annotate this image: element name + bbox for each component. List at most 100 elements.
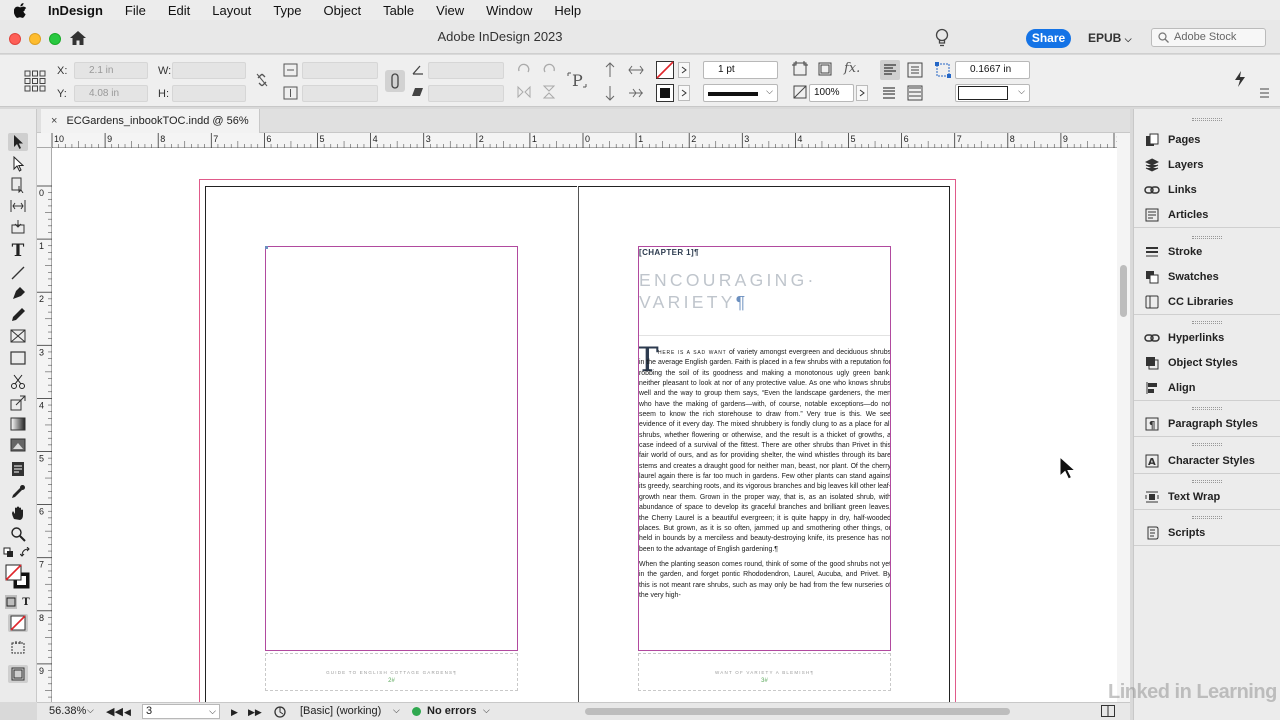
vertical-ruler[interactable]: 0 1 2 3 4 5 6 7 8 9 <box>37 148 52 711</box>
left-page-text-frame[interactable] <box>265 246 518 651</box>
x-position-field[interactable]: 2.1 in <box>74 62 148 79</box>
fill-stroke-proxy-icon[interactable] <box>5 564 31 590</box>
previous-page-icon[interactable]: ◀ <box>124 707 131 718</box>
gradient-swatch-tool-icon[interactable] <box>8 415 28 433</box>
panel-articles[interactable]: Articles <box>1134 202 1280 227</box>
default-colors-icon[interactable] <box>3 547 15 559</box>
panel-grip[interactable] <box>1192 516 1222 519</box>
panel-pages[interactable]: Pages <box>1134 127 1280 152</box>
align-left-icon[interactable] <box>880 60 900 80</box>
menu-view[interactable]: View <box>436 3 464 18</box>
menu-type[interactable]: Type <box>273 3 301 18</box>
eyedropper-tool-icon[interactable] <box>8 483 28 501</box>
panel-layers[interactable]: Layers <box>1134 152 1280 177</box>
menu-window[interactable]: Window <box>486 3 532 18</box>
preflight-menu-icon[interactable] <box>273 705 287 720</box>
view-mode-icon[interactable] <box>8 639 28 657</box>
y-position-field[interactable]: 4.08 in <box>74 85 148 102</box>
rotate-cw-icon[interactable] <box>516 61 534 79</box>
page-number-field[interactable]: 3 ⌵ <box>142 704 220 719</box>
rotation-angle-field[interactable] <box>428 62 504 79</box>
scale-y-field[interactable] <box>302 85 378 102</box>
flip-vertical-icon[interactable] <box>541 84 559 102</box>
content-collector-icon[interactable] <box>8 218 28 236</box>
adobe-stock-search[interactable]: Adobe Stock <box>1151 28 1266 47</box>
chevron-down-icon[interactable]: ⌵ <box>87 705 94 716</box>
stroke-weight-field[interactable]: 1 pt <box>703 61 778 79</box>
menu-app-name[interactable]: InDesign <box>48 3 103 18</box>
opacity-field[interactable]: 100% <box>809 84 854 102</box>
close-tab-icon[interactable]: × <box>51 115 57 127</box>
document-tab[interactable]: × ECGardens_inbookTOC.indd @ 56% <box>41 109 260 133</box>
reference-point-icon[interactable] <box>24 70 46 92</box>
split-layout-icon[interactable] <box>1101 705 1115 720</box>
menu-edit[interactable]: Edit <box>168 3 190 18</box>
ruler-origin[interactable] <box>37 133 52 148</box>
select-content-icon[interactable] <box>602 85 620 103</box>
selection-tool-icon[interactable] <box>8 133 28 151</box>
screen-mode-icon[interactable] <box>8 665 28 683</box>
horizontal-ruler[interactable]: 10987654321012345678910123 <box>51 133 1280 148</box>
panel-grip[interactable] <box>1192 321 1222 324</box>
auto-fit-icon[interactable] <box>934 61 952 79</box>
flip-horizontal-icon[interactable] <box>516 84 534 102</box>
fill-swatch-icon[interactable] <box>656 61 674 79</box>
panel-cc-libraries[interactable]: CC Libraries <box>1134 289 1280 314</box>
opacity-menu-arrow-icon[interactable] <box>856 85 868 101</box>
align-center-icon[interactable] <box>906 61 924 79</box>
panel-links[interactable]: Links <box>1134 177 1280 202</box>
panel-grip[interactable] <box>1192 407 1222 410</box>
right-page-footer-frame[interactable]: WANT OF VARIETY A BLEMISH¶ 3# <box>638 653 891 691</box>
panel-scripts[interactable]: Scripts <box>1134 520 1280 545</box>
page-tool-icon[interactable] <box>8 176 28 194</box>
pasteboard[interactable]: GUIDE TO ENGLISH COTTAGE GARDENS¶ 2# [CH… <box>52 148 1117 702</box>
shear-angle-icon[interactable] <box>411 85 429 103</box>
preflight-profile-dropdown[interactable]: [Basic] (working) <box>300 705 381 717</box>
fill-menu-arrow-icon[interactable] <box>678 62 690 78</box>
rotate-ccw-icon[interactable] <box>541 61 559 79</box>
horizontal-scroll-thumb[interactable] <box>585 708 1010 715</box>
preflight-errors-label[interactable]: No errors <box>427 705 477 717</box>
panel-stroke[interactable]: Stroke <box>1134 239 1280 264</box>
rectangle-frame-tool-icon[interactable] <box>8 327 28 345</box>
hand-tool-icon[interactable] <box>8 504 28 522</box>
line-tool-icon[interactable] <box>8 264 28 282</box>
select-container-icon[interactable] <box>602 62 620 80</box>
path-p-icon[interactable]: P <box>566 69 588 91</box>
select-next-icon[interactable] <box>627 85 645 103</box>
share-button[interactable]: Share <box>1026 29 1071 48</box>
pen-tool-icon[interactable] <box>8 285 28 303</box>
left-page[interactable]: GUIDE TO ENGLISH COTTAGE GARDENS¶ 2# <box>205 186 577 702</box>
menu-file[interactable]: File <box>125 3 146 18</box>
stroke-swatch-icon[interactable] <box>656 84 674 102</box>
panel-paragraph-styles[interactable]: ¶ Paragraph Styles <box>1134 411 1280 436</box>
panel-hyperlinks[interactable]: Hyperlinks <box>1134 325 1280 350</box>
shear-angle-field[interactable] <box>428 85 504 102</box>
lightbulb-icon[interactable] <box>935 28 949 51</box>
apply-none-icon[interactable] <box>8 614 28 632</box>
scale-x-field[interactable] <box>302 62 378 79</box>
menu-help[interactable]: Help <box>554 3 581 18</box>
next-page-icon[interactable]: ▶ <box>231 707 238 718</box>
publish-mode-dropdown[interactable]: EPUB ⌵ <box>1088 31 1132 45</box>
stroke-menu-arrow-icon[interactable] <box>678 85 690 101</box>
control-panel-menu-icon[interactable] <box>1258 85 1276 103</box>
height-field[interactable] <box>172 85 246 102</box>
fit-content-icon[interactable] <box>817 61 835 79</box>
object-style-dropdown[interactable]: ⌵ <box>955 84 1030 102</box>
fx-effects-icon[interactable]: fx. <box>844 61 862 79</box>
width-field[interactable] <box>172 62 246 79</box>
scissors-tool-icon[interactable] <box>8 373 28 391</box>
panel-grip[interactable] <box>1192 118 1222 121</box>
rotate-angle-icon[interactable] <box>411 62 429 80</box>
free-transform-tool-icon[interactable] <box>8 394 28 412</box>
zoom-tool-icon[interactable] <box>8 525 28 543</box>
apple-icon[interactable] <box>14 2 28 18</box>
select-previous-icon[interactable] <box>627 62 645 80</box>
direct-selection-tool-icon[interactable] <box>8 155 28 173</box>
swap-colors-icon[interactable] <box>20 547 32 559</box>
menu-layout[interactable]: Layout <box>212 3 251 18</box>
scale-x-icon[interactable] <box>283 62 301 80</box>
vertical-scrollbar[interactable] <box>1117 133 1130 702</box>
inset-spacing-field[interactable]: 0.1667 in <box>955 61 1030 79</box>
